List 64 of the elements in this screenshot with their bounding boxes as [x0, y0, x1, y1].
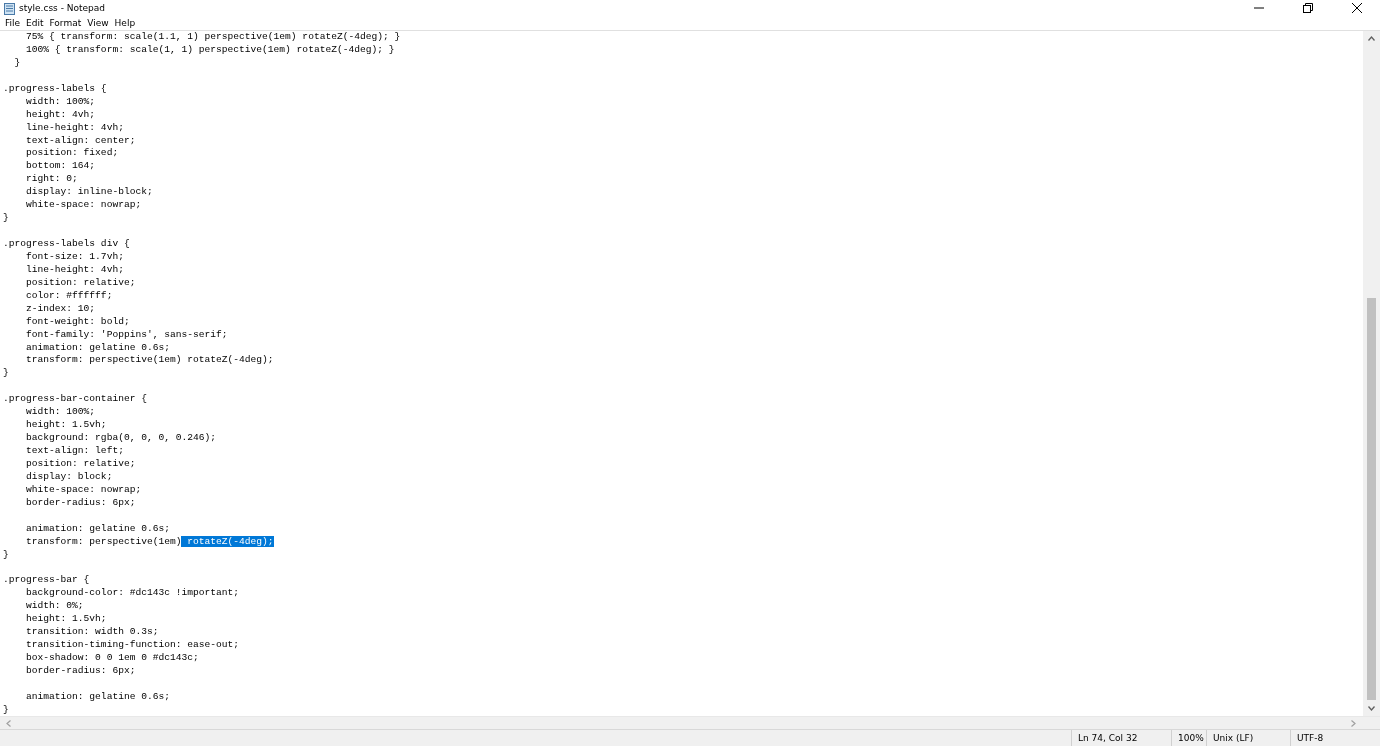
code-line: position: fixed; — [25, 147, 119, 159]
code-line: } — [13, 56, 21, 68]
code-line: display: block; — [25, 470, 113, 482]
code-line: display: inline-block; — [25, 186, 153, 198]
code-line: height: 4vh; — [25, 108, 96, 120]
status-field: 100% — [1171, 730, 1206, 746]
code-line: } — [3, 212, 9, 224]
code-line: } — [3, 703, 9, 715]
code-line: box-shadow: 0 0 1em 0 #dc143c; — [25, 652, 199, 663]
code-line: white-space: nowrap; — [25, 483, 142, 495]
code-line: transform: perspective(1em) — [25, 535, 182, 547]
code-line: text-align: left; — [25, 445, 124, 456]
horizontal-scrollbar[interactable] — [0, 716, 1380, 729]
selected-text: rotateZ(-4deg); — [181, 535, 274, 547]
code-line: border-radius: 6px; — [25, 664, 136, 676]
code-line: width: 100%; — [25, 406, 96, 418]
menu-item[interactable]: Format — [46, 18, 85, 28]
code-line: height: 1.5vh; — [25, 613, 107, 625]
code-line: .progress-labels div { — [3, 238, 130, 249]
code-line: line-height: 4vh; — [25, 121, 124, 133]
code-line: white-space: nowrap; — [25, 199, 142, 211]
menu-item[interactable]: Help — [111, 18, 139, 28]
code-line: .progress-bar { — [3, 574, 90, 586]
code-line: background-color: #dc143c !important; — [25, 587, 240, 599]
code-line: position: relative; — [25, 276, 136, 288]
status-field: UTF-8 — [1290, 730, 1380, 746]
menu-item[interactable]: Edit — [23, 18, 47, 28]
code-line: } — [3, 548, 9, 560]
window-title: style.css - Notepad — [19, 3, 105, 13]
code-line: background: rgba(0, 0, 0, 0.246); — [25, 432, 217, 444]
code-line: border-radius: 6px; — [25, 496, 136, 508]
code-line: line-height: 4vh; — [25, 263, 124, 275]
code-line: animation: gelatine 0.6s; — [25, 690, 170, 702]
code-line: transition: width 0.3s; — [25, 626, 159, 638]
menu-item[interactable]: View — [84, 18, 112, 28]
code-line: z-index: 10; — [25, 302, 96, 314]
code-line: .progress-bar-container { — [3, 393, 147, 405]
code-line: bottom: 164; — [25, 160, 96, 172]
code-line: font-weight: bold; — [25, 315, 130, 327]
status-field: Ln 74, Col 32 — [1071, 730, 1171, 746]
code-line: transition-timing-function: ease-out; — [25, 639, 240, 651]
code-line: font-size: 1.7vh; — [25, 250, 124, 262]
vertical-scrollbar[interactable] — [1363, 31, 1380, 716]
code-line: position: relative; — [25, 457, 136, 469]
code-line: right: 0; — [25, 173, 78, 185]
code-line: width: 100%; — [25, 95, 96, 107]
code-line: transform: perspective(1em) rotateZ(-4deg); — [25, 354, 274, 366]
code-line: animation: gelatine 0.6s; — [25, 522, 170, 534]
code-line: width: 0%; — [25, 600, 84, 612]
code-line: .progress-labels { — [3, 82, 107, 94]
scrollbar-thumb[interactable] — [1367, 298, 1376, 700]
code-line: font-family: 'Poppins', sans-serif; — [25, 328, 228, 340]
status-field: Unix (LF) — [1206, 730, 1290, 746]
code-line: text-align: center; — [25, 134, 136, 146]
code-line: animation: gelatine 0.6s; — [25, 341, 170, 353]
code-line: height: 1.5vh; — [25, 419, 107, 431]
restore-icon[interactable] — [1303, 3, 1313, 13]
code-line: 100% { transform: scale(1, 1) perspective(1em) rotateZ(-4deg); } — [25, 43, 395, 55]
notepad-icon — [3, 1, 16, 15]
menu-item[interactable]: File — [2, 18, 24, 28]
code-line: color: #ffffff; — [25, 289, 113, 301]
code-line: } — [3, 367, 9, 379]
close-icon[interactable] — [1352, 3, 1362, 13]
code-line: 75% { transform: scale(1.1, 1) perspective(1em) rotateZ(-4deg); } — [25, 31, 401, 42]
